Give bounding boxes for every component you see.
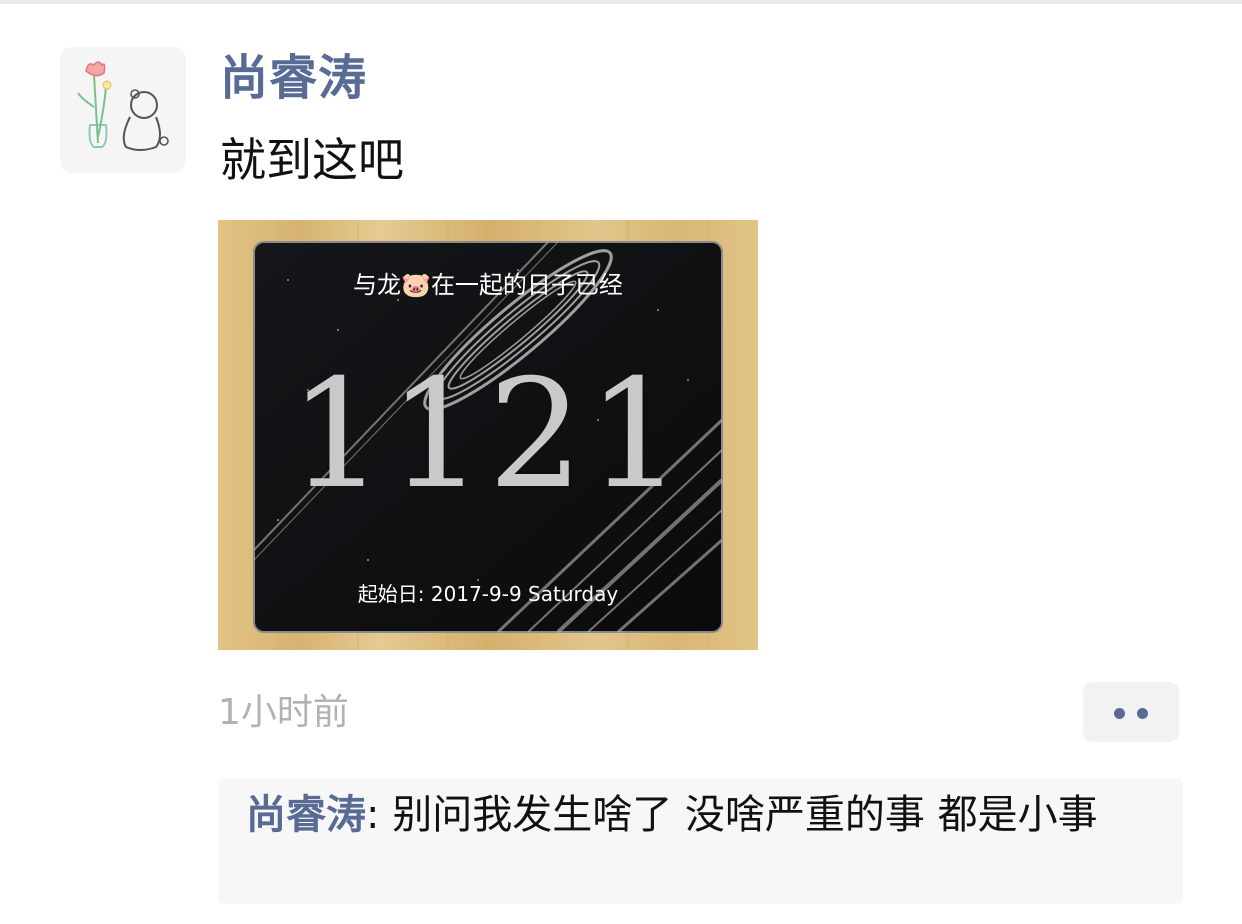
- more-actions-button[interactable]: [1083, 682, 1179, 742]
- ellipsis-icon: [1114, 708, 1125, 719]
- post-photo[interactable]: 与龙🐷在一起的日子已经 1121 起始日: 2017-9-9 Saturday: [218, 220, 758, 650]
- comment-separator: :: [366, 792, 393, 838]
- avatar[interactable]: [60, 47, 186, 173]
- comment-box: 尚睿涛: 别问我发生啥了 没啥严重的事 都是小事: [218, 778, 1183, 904]
- pig-emoji-icon: 🐷: [401, 271, 431, 299]
- tulip-and-bear-drawing-icon: [77, 61, 169, 151]
- top-divider: [0, 0, 1242, 4]
- caption-text-after: 在一起的日子已经: [430, 271, 623, 299]
- post-timestamp: 1小时前: [218, 692, 349, 733]
- ellipsis-icon: [1137, 708, 1148, 719]
- comment-author[interactable]: 尚睿涛: [246, 792, 366, 838]
- post-author-name[interactable]: 尚睿涛: [220, 46, 367, 110]
- photo-caption: 与龙🐷在一起的日子已经: [218, 268, 758, 302]
- start-date-line: 起始日: 2017-9-9 Saturday: [357, 582, 619, 606]
- caption-text-before: 与龙: [353, 271, 402, 299]
- post-text: 就到这吧: [220, 133, 404, 187]
- comment-text: 别问我发生啥了 没啥严重的事 都是小事: [392, 792, 1098, 838]
- days-counter: 1121: [289, 348, 687, 522]
- comment-item[interactable]: 尚睿涛: 别问我发生啥了 没啥严重的事 都是小事: [246, 790, 1176, 840]
